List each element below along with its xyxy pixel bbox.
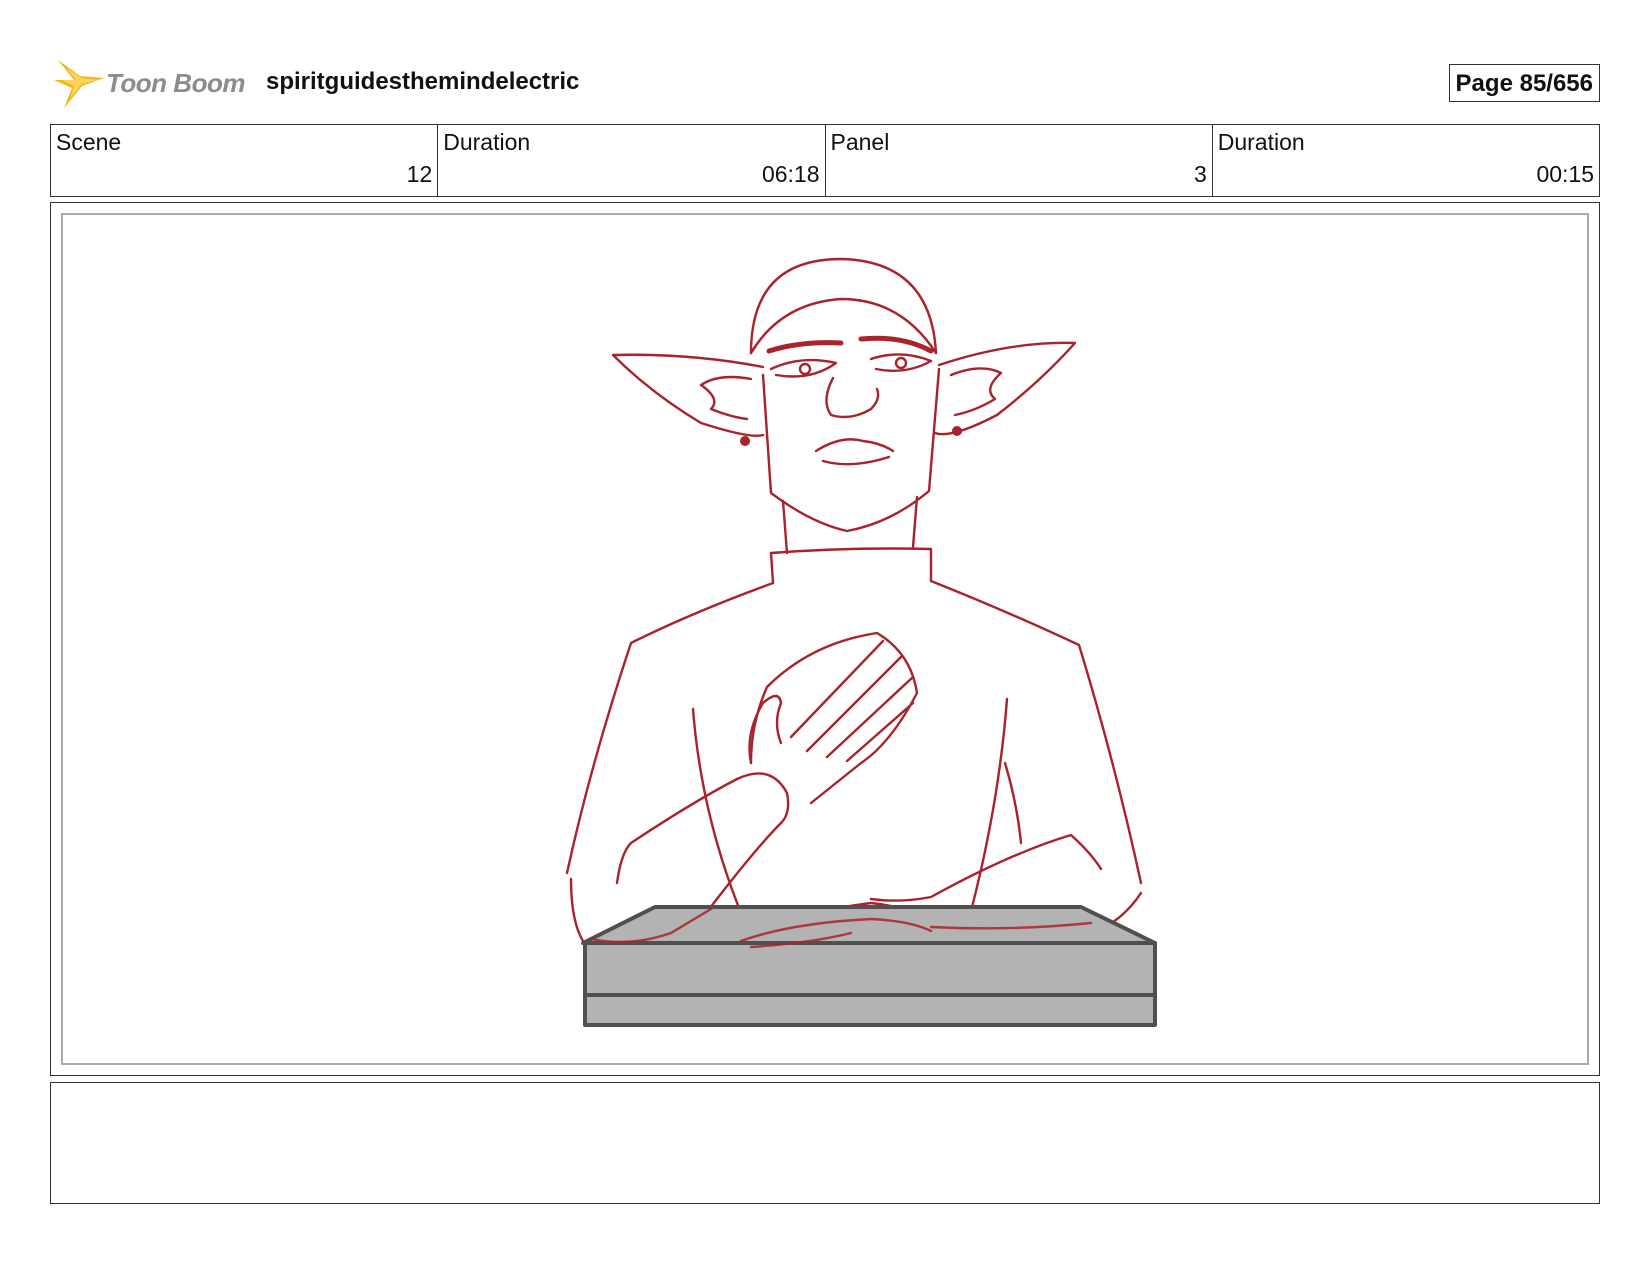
scene-duration-label: Duration [443, 129, 531, 155]
scene-value: 12 [406, 161, 433, 187]
scene-label: Scene [56, 129, 122, 155]
sketch-drawing [565, 257, 1157, 1027]
jaw [761, 367, 941, 533]
hand [749, 631, 919, 805]
logo-text: Toon Boom [106, 68, 245, 98]
elbow-left [615, 841, 633, 885]
panel-label: Panel [830, 129, 890, 155]
ear-right-inner [949, 367, 1003, 417]
panel-cell: Panel 3 [826, 125, 1213, 196]
mouth-upper [814, 438, 895, 453]
page-number: 85/656 [1519, 70, 1593, 97]
ear-right [933, 341, 1077, 436]
storyboard-panel [50, 202, 1600, 1076]
page-label: Page [1455, 70, 1513, 97]
hairline [749, 297, 938, 355]
nose [825, 376, 880, 419]
pupil-right [894, 356, 908, 370]
torso-right [969, 697, 1009, 913]
scene-cell: Scene 12 [51, 125, 439, 196]
star-burst-icon [54, 60, 104, 108]
fold-right [1003, 761, 1023, 845]
storyboard-header: Toon Boom spiritguidesthemindelectric Pa… [50, 56, 1600, 114]
neck-right [911, 495, 919, 549]
finger-4 [845, 701, 915, 763]
ear-left [611, 353, 765, 437]
shoulder-right [929, 579, 1143, 885]
cuff [735, 772, 790, 825]
shoulder-left [565, 581, 775, 875]
collar [769, 547, 933, 585]
neck-left [781, 499, 789, 555]
scene-info-row: Scene 12 Duration 06:18 Panel 3 Duration… [50, 124, 1600, 197]
panel-duration-cell: Duration 00:15 [1213, 125, 1599, 196]
scene-duration-cell: Duration 06:18 [438, 125, 826, 196]
toon-boom-logo: Toon Boom [50, 56, 250, 112]
desk-front [583, 941, 1157, 997]
brow-left [766, 340, 844, 354]
panel-value: 3 [1193, 161, 1207, 187]
torso-left [691, 707, 743, 915]
scene-duration-value: 06:18 [761, 161, 820, 187]
page-indicator: Page 85/656 [1448, 64, 1600, 102]
earring-left [740, 436, 750, 446]
earring-right [952, 426, 962, 436]
desk-drawer [583, 993, 1157, 1027]
pupil-left [798, 362, 812, 376]
project-title: spiritguidesthemindelectric [266, 68, 580, 95]
panel-notes [50, 1082, 1600, 1204]
mouth-lower [821, 455, 891, 466]
ear-left-inner [699, 375, 753, 421]
panel-duration-value: 00:15 [1536, 161, 1594, 187]
head-outline [749, 257, 938, 355]
brow-right [858, 335, 934, 354]
panel-duration-label: Duration [1217, 129, 1305, 155]
